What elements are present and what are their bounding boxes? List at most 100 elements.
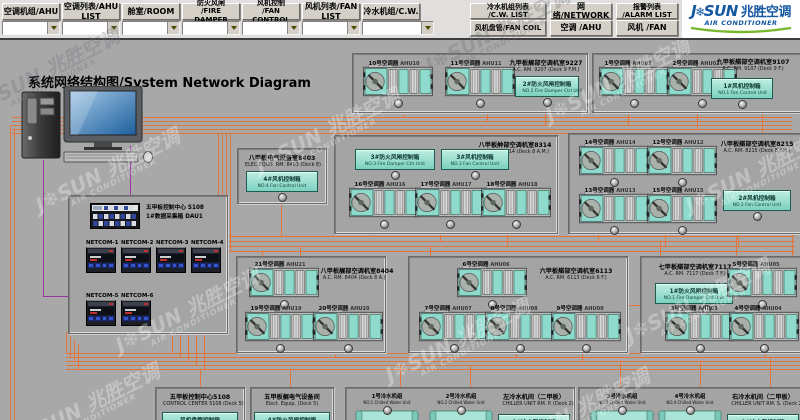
chevron-down-icon[interactable] xyxy=(47,22,59,34)
ahu-unit[interactable]: 21号空调器 AHU21 xyxy=(249,259,319,309)
ahu-unit[interactable]: 14号空调器 AHU14 xyxy=(579,137,649,187)
ahu-unit[interactable]: 18号空调器 AHU18 xyxy=(481,179,551,229)
network-switch[interactable] xyxy=(90,203,140,233)
fan-control-button[interactable]: 风机控制 /FAN CONTROL xyxy=(242,3,300,20)
ahu-unit-label: 3号空调器 AHU03 xyxy=(665,304,729,310)
chiller-unit[interactable]: 3号冷水机组NO.3 Chilled Water Unit xyxy=(589,391,655,420)
ctrl-unit-button[interactable]: 风机盘管控制箱 xyxy=(162,412,238,420)
ctrl-unit-button[interactable]: 1#冷水泵控制箱 xyxy=(498,414,570,420)
ctrl-unit-button[interactable]: 3#防火风闸控制箱NO.3 Fire Damper Ctrl Unit xyxy=(355,149,435,170)
room-box-9227: 10号空调器 AHU10 11号空调器 AHU11 九甲板艉部空调机室9227A… xyxy=(352,53,588,113)
field-bus-wire xyxy=(188,332,189,361)
fan-coil-button[interactable]: 风机盘管/FAN COIL xyxy=(470,20,546,36)
ctrl-unit-button[interactable]: 2#冷水泵控制箱 xyxy=(727,414,799,420)
netcom-display xyxy=(86,247,116,273)
ahu-unit[interactable]: 3号空调器 AHU03 xyxy=(665,303,735,353)
ahu-unit[interactable]: 4号空调器 AHU04 xyxy=(729,303,799,353)
netcom-module[interactable]: NETCOM-1 xyxy=(86,240,116,273)
ahu-unit[interactable]: 7号空调器 AHU07 xyxy=(419,303,489,353)
ahu-list-button[interactable]: 空调列表/AHU LIST xyxy=(62,3,120,20)
room-label: 八甲板电气设备室8403ELEC.EQUIP. RM. 8403 (Deck 8… xyxy=(240,152,324,168)
status-indicator xyxy=(686,406,695,415)
toolbar: 空调机组/AHU 空调列表/AHU LIST 舱室/ROOM 防火风闸 /FIR… xyxy=(0,0,800,40)
ahu-unit[interactable]: 1号空调器 AHU01 xyxy=(599,58,669,108)
ctrl-unit-button[interactable]: 1#防火风闸控制箱NO.1 Fire Damper Ctrl Unit xyxy=(655,283,733,304)
ahu-unit[interactable]: 5号空调器 AHU05 xyxy=(727,259,797,309)
ahu-list-select[interactable] xyxy=(62,21,120,35)
room-select[interactable] xyxy=(122,21,180,35)
fan-list-select[interactable] xyxy=(302,21,360,35)
status-indicator xyxy=(446,220,455,229)
chiller-label-en: NO.4 Chilled Water Unit xyxy=(664,401,717,406)
chevron-down-icon[interactable] xyxy=(287,22,299,34)
ahu-unit[interactable]: 6号空调器 AHU06 xyxy=(457,259,527,309)
status-indicator xyxy=(582,344,591,353)
chiller-unit[interactable]: 4号冷水机组NO.4 Chilled Water Unit xyxy=(657,391,723,420)
netcom-module[interactable]: NETCOM-2 xyxy=(121,240,151,273)
ahu-unit[interactable]: 9号空调器 AHU09 xyxy=(551,303,621,353)
netcom-module[interactable]: NETCOM-6 xyxy=(121,293,151,326)
ethernet-wire xyxy=(43,160,44,296)
ahu-unit[interactable]: 10号空调器 AHU10 xyxy=(363,58,433,108)
ctrl-unit-button[interactable]: 3#风机控制箱NO.3 Fan Control Unit xyxy=(441,149,509,170)
chiller-unit[interactable]: 1号冷水机组NO.1 Chilled Water Unit xyxy=(354,391,420,420)
room-button[interactable]: 舱室/ROOM xyxy=(122,3,180,20)
chevron-down-icon[interactable] xyxy=(167,22,179,34)
chilled-water-select[interactable] xyxy=(362,21,434,35)
alarm-list-button[interactable]: 报警列表 /ALARM LIST xyxy=(616,3,678,19)
ahu-group-select[interactable] xyxy=(2,21,60,35)
field-bus-wire xyxy=(66,332,67,353)
field-bus-wire xyxy=(172,332,173,353)
chilled-water-button[interactable]: 冷水机组/C.W. xyxy=(362,3,420,20)
room-label: 六甲板艏部空调机室6113A.C. RM. 6113 (Deck 6 F.) xyxy=(531,265,621,281)
netcom-module[interactable]: NETCOM-4 xyxy=(191,240,221,273)
ahu-unit[interactable]: 17号空调器 AHU17 xyxy=(415,179,485,229)
field-bus-wire xyxy=(620,361,621,387)
fan-view-button[interactable]: 风机 /FAN xyxy=(616,20,678,36)
fire-damper-select[interactable] xyxy=(182,21,240,35)
chevron-down-icon[interactable] xyxy=(421,22,433,34)
status-indicator xyxy=(738,100,747,109)
room-box-8314: 八甲板舯部空调机室8314A.C. RM. 8314 (Deck 8 A.M.)… xyxy=(334,135,558,234)
field-bus-wire xyxy=(770,357,771,387)
ahu-unit[interactable]: 15号空调器 AHU15 xyxy=(647,185,717,235)
ctrl-unit-button[interactable]: 4#防火风闸控制箱 xyxy=(254,412,330,420)
fan-control-select[interactable] xyxy=(242,21,300,35)
field-bus-wire xyxy=(66,365,800,366)
ctrl-unit-button[interactable]: 1#风机控制箱NO.1 Fan Control Unit xyxy=(711,78,773,99)
ahu-group-button[interactable]: 空调机组/AHU xyxy=(2,3,60,20)
fire-damper-button[interactable]: 防火风闸 /FIRE DAMPER xyxy=(182,3,240,20)
fan-list-button[interactable]: 风机列表/FAN LIST xyxy=(302,3,360,20)
chevron-down-icon[interactable] xyxy=(107,22,119,34)
ctrl-unit-button[interactable]: 4#风机控制箱NO.4 Fan Control Unit xyxy=(246,171,318,192)
ahu-unit[interactable]: 8号空调器 AHU08 xyxy=(485,303,555,353)
netcom-module[interactable]: NETCOM-5 xyxy=(86,293,116,326)
ctrl-unit-button[interactable]: 2#风机控制箱NO.2 Fan Control Unit xyxy=(723,190,791,211)
ahu-unit-label: 14号空调器 AHU14 xyxy=(579,138,643,144)
ahu-unit[interactable]: 11号空调器 AHU11 xyxy=(445,58,515,108)
status-indicator xyxy=(760,344,769,353)
room-label: 九甲板艉部空调机室9227A.C. RM. 9207 (Deck 9 F.M.) xyxy=(507,57,585,73)
cw-list-button[interactable]: 冷水机组列表 /C.W. LIST xyxy=(470,3,546,19)
logo-brand-cn: 兆胜空调 xyxy=(741,6,791,19)
chevron-down-icon[interactable] xyxy=(347,22,359,34)
ahu-unit[interactable]: 20号空调器 AHU20 xyxy=(313,303,383,353)
chevron-down-icon[interactable] xyxy=(227,22,239,34)
ahu-unit[interactable]: 12号空调器 AHU12 xyxy=(647,137,717,187)
ahu-unit[interactable]: 16号空调器 AHU16 xyxy=(349,179,419,229)
status-indicator xyxy=(476,99,485,108)
ahu-unit[interactable]: 19号空调器 AHU19 xyxy=(245,303,315,353)
operator-workstation[interactable] xyxy=(18,86,158,170)
netcom-label: NETCOM-1 xyxy=(86,240,116,247)
netcom-module[interactable]: NETCOM-3 xyxy=(156,240,186,273)
room-box-8215: 14号空调器 AHU14 12号空调器 AHU12 13号空调器 AHU13 1… xyxy=(568,133,800,234)
ahu-view-button[interactable]: 空调 /AHU xyxy=(550,20,612,36)
chiller-unit[interactable]: 2号冷水机组NO.2 Chilled Water Unit xyxy=(428,391,494,420)
field-bus-wire xyxy=(200,369,201,387)
field-bus-wire xyxy=(66,357,800,358)
ctrl-unit-button[interactable]: 2#防火风闸控制箱NO.2 Fire Damper Ctrl Unit xyxy=(515,76,579,97)
status-indicator xyxy=(278,193,287,202)
room-box-8403: 八甲板电气设备室8403ELEC.EQUIP. RM. 8403 (Deck 8… xyxy=(237,148,327,204)
ahu-unit[interactable]: 13号空调器 AHU13 xyxy=(579,185,649,235)
network-button[interactable]: 网络/NETWORK xyxy=(550,3,612,19)
